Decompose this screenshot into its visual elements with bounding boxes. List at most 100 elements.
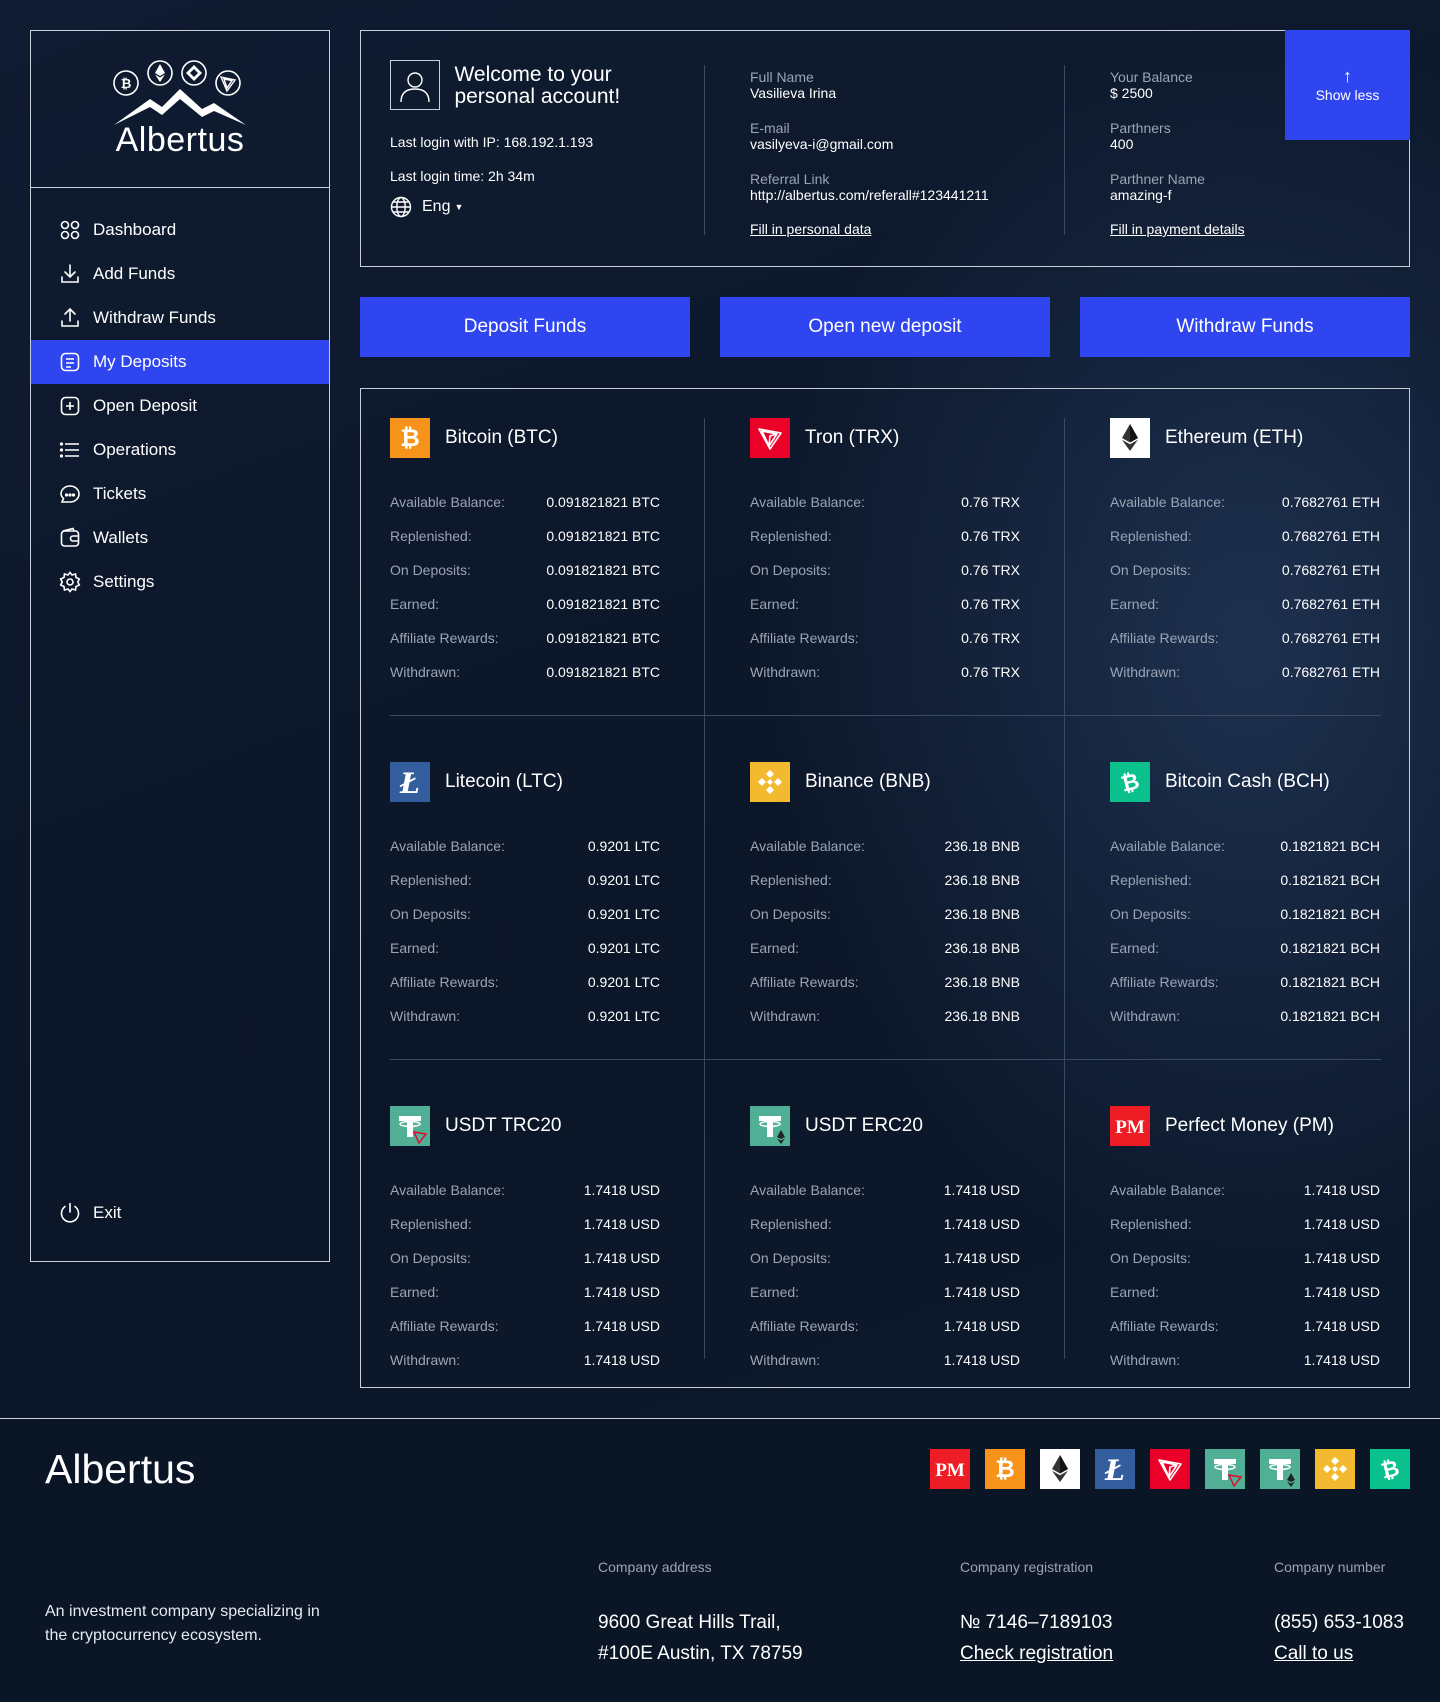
currency-stats: Available Balance: 0.76 TRX Replenished: 0.… (750, 485, 1020, 689)
stat-value: 0.76 TRX (961, 528, 1020, 544)
call-us-link[interactable]: Call to us (1274, 1638, 1404, 1669)
stat-label: On Deposits: (390, 1250, 471, 1266)
open-new-deposit-button[interactable]: Open new deposit (720, 297, 1050, 357)
tron-icon (1150, 1449, 1190, 1489)
stat-label: On Deposits: (1110, 906, 1191, 922)
currency-card[interactable]: USDT TRC20 Available Balance: 1.7418 USD Re… (361, 1077, 691, 1421)
stat-row: Earned: 236.18 BNB (750, 931, 1020, 965)
logo[interactable]: ₿ Albertus (31, 31, 329, 188)
sidebar-item-settings[interactable]: Settings (31, 560, 329, 604)
stat-row: Affiliate Rewards: 236.18 BNB (750, 965, 1020, 999)
sidebar-item-tickets[interactable]: Tickets (31, 472, 329, 516)
partner-name-label: Parthner Name (1110, 171, 1205, 187)
sidebar: ₿ Albertus Dashboard Add Funds Withdraw … (30, 30, 330, 1262)
sidebar-item-my-deposits[interactable]: My Deposits (31, 340, 329, 384)
fill-payment-details-link[interactable]: Fill in payment details (1110, 221, 1245, 237)
stat-row: On Deposits: 0.091821821 BTC (390, 553, 660, 587)
currency-stats: Available Balance: 236.18 BNB Replenished:… (750, 829, 1020, 1033)
stat-label: Earned: (390, 1284, 440, 1300)
svg-text:PM: PM (935, 1460, 965, 1481)
currency-card[interactable]: Ethereum (ETH) Available Balance: 0.768276… (1081, 389, 1411, 733)
show-less-label: Show less (1315, 87, 1380, 103)
stat-label: On Deposits: (1110, 562, 1191, 578)
currency-card[interactable]: ₿ Bitcoin Cash (BCH) Available Balance: 0.1… (1081, 733, 1411, 1077)
currency-header: ₿ Bitcoin (BTC) (390, 418, 558, 458)
stat-label: Earned: (750, 596, 800, 612)
sidebar-item-dashboard[interactable]: Dashboard (31, 208, 329, 252)
fill-personal-data-link[interactable]: Fill in personal data (750, 221, 871, 237)
sidebar-item-wallets[interactable]: Wallets (31, 516, 329, 560)
stat-row: Withdrawn: 1.7418 USD (750, 1343, 1020, 1377)
currency-card[interactable]: Ł Litecoin (LTC) Available Balance: 0.9201 … (361, 733, 691, 1077)
stat-value: 1.7418 USD (1303, 1318, 1380, 1334)
sidebar-nav: Dashboard Add Funds Withdraw Funds My De… (31, 208, 329, 604)
partners-label: Parthners (1110, 120, 1171, 136)
svg-text:₿: ₿ (995, 1455, 1015, 1483)
sidebar-item-add-funds[interactable]: Add Funds (31, 252, 329, 296)
check-registration-link[interactable]: Check registration (960, 1638, 1113, 1669)
currency-stats: Available Balance: 1.7418 USD Replenished:… (1110, 1173, 1380, 1377)
exit-button[interactable]: Exit (31, 1191, 329, 1235)
stat-value: 0.76 TRX (961, 664, 1020, 680)
stat-row: On Deposits: 0.7682761 ETH (1110, 553, 1380, 587)
stat-value: 0.9201 LTC (587, 872, 660, 888)
currency-card[interactable]: ₿ Bitcoin (BTC) Available Balance: 0.091821… (361, 389, 691, 733)
currency-header: Tron (TRX) (750, 418, 899, 458)
referral-field: Referral Link http://albertus.com/refera… (750, 171, 989, 204)
stat-row: Earned: 0.091821821 BTC (390, 587, 660, 621)
avatar[interactable] (390, 60, 440, 110)
divider (704, 418, 705, 1359)
company-number-label: Company number (1274, 1559, 1386, 1575)
stat-label: On Deposits: (750, 562, 831, 578)
stat-value: 1.7418 USD (583, 1182, 660, 1198)
power-icon (59, 1202, 81, 1224)
stat-value: 1.7418 USD (943, 1352, 1020, 1368)
footer-brand[interactable]: Albertus (45, 1446, 195, 1493)
stat-value: 0.9201 LTC (587, 1008, 660, 1024)
stat-label: Withdrawn: (390, 1008, 461, 1024)
stat-label: Earned: (750, 940, 800, 956)
stat-row: Withdrawn: 0.9201 LTC (390, 999, 660, 1033)
usdt-trc20-icon (1205, 1449, 1245, 1489)
svg-text:₿: ₿ (121, 77, 132, 92)
deposit-funds-button[interactable]: Deposit Funds (360, 297, 690, 357)
stat-row: Affiliate Rewards: 1.7418 USD (390, 1309, 660, 1343)
stat-row: Earned: 1.7418 USD (750, 1275, 1020, 1309)
currency-card[interactable]: PM Perfect Money (PM) Available Balance: 1.… (1081, 1077, 1411, 1421)
stat-row: Earned: 0.9201 LTC (390, 931, 660, 965)
withdraw-funds-button[interactable]: Withdraw Funds (1080, 297, 1410, 357)
currency-card[interactable]: USDT ERC20 Available Balance: 1.7418 USD Re… (721, 1077, 1051, 1421)
stat-value: 0.7682761 ETH (1281, 562, 1380, 578)
stat-value: 0.76 TRX (961, 562, 1020, 578)
stat-label: Replenished: (1110, 1216, 1192, 1232)
globe-icon (390, 196, 412, 218)
stat-value: 0.1821821 BCH (1280, 872, 1380, 888)
stat-row: Available Balance: 1.7418 USD (1110, 1173, 1380, 1207)
language-selector[interactable]: Eng ▼ (390, 196, 690, 218)
stat-row: Replenished: 0.76 TRX (750, 519, 1020, 553)
show-less-button[interactable]: ↑ Show less (1285, 30, 1410, 140)
stat-row: Affiliate Rewards: 1.7418 USD (1110, 1309, 1380, 1343)
exit-label: Exit (93, 1203, 122, 1222)
currency-card[interactable]: Binance (BNB) Available Balance: 236.18 BN… (721, 733, 1051, 1077)
ethereum-icon (1110, 418, 1150, 458)
stat-label: Available Balance: (390, 1182, 505, 1198)
bitcoin-icon: ₿ (985, 1449, 1025, 1489)
stat-label: Withdrawn: (750, 1352, 821, 1368)
account-panel: Welcome to your personal account! Last l… (360, 30, 1410, 267)
stat-label: Replenished: (1110, 872, 1192, 888)
sidebar-item-operations[interactable]: Operations (31, 428, 329, 472)
referral-link[interactable]: http://albertus.com/referall#123441211 (750, 187, 989, 204)
stat-row: Affiliate Rewards: 1.7418 USD (750, 1309, 1020, 1343)
stat-value: 0.7682761 ETH (1281, 596, 1380, 612)
last-login-ip: Last login with IP: 168.192.1.193 (390, 134, 594, 150)
email-value: vasilyeva-i@gmail.com (750, 136, 894, 152)
sidebar-item-open-deposit[interactable]: Open Deposit (31, 384, 329, 428)
stat-label: Available Balance: (1110, 838, 1225, 854)
svg-text:Ł: Ł (399, 767, 420, 800)
sidebar-item-withdraw-funds[interactable]: Withdraw Funds (31, 296, 329, 340)
currency-card[interactable]: Tron (TRX) Available Balance: 0.76 TRX Repl… (721, 389, 1051, 733)
stat-value: 236.18 BNB (944, 906, 1021, 922)
stat-row: Available Balance: 0.091821821 BTC (390, 485, 660, 519)
stat-label: Replenished: (390, 1216, 472, 1232)
